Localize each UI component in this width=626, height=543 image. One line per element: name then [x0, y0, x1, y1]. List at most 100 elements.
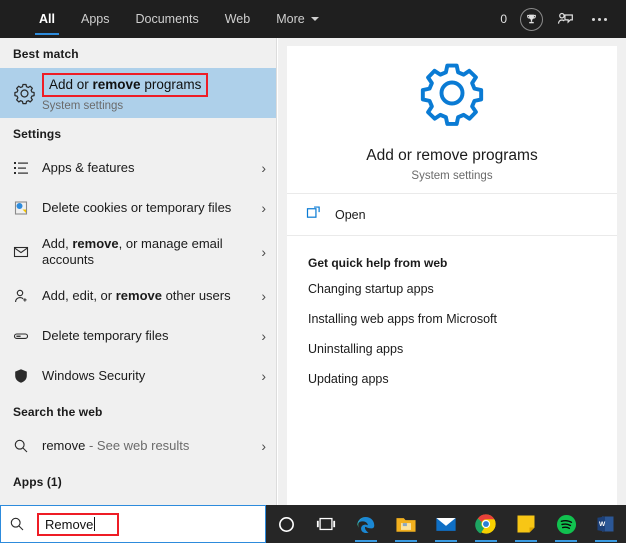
help-link-installing-web-apps[interactable]: Installing web apps from Microsoft [287, 304, 617, 334]
web-result-label: remove - See web results [39, 438, 255, 454]
search-header: All Apps Documents Web More 0 [0, 0, 626, 38]
trophy-icon [519, 7, 543, 31]
cookie-file-icon [13, 200, 39, 216]
settings-item-email-accounts[interactable]: Add, remove, or manage email accounts › [0, 228, 276, 276]
label-prefix: Apps & features [42, 160, 135, 175]
label-prefix: Add, edit, or [42, 288, 116, 303]
preview-pane: Add or remove programs System settings O… [278, 38, 626, 505]
rewards-button[interactable] [514, 0, 548, 38]
chevron-right-icon: › [261, 288, 266, 304]
settings-item-windows-security[interactable]: Windows Security › [0, 356, 276, 396]
list-icon [13, 160, 39, 176]
tab-web[interactable]: Web [212, 0, 263, 38]
tab-all-label: All [39, 12, 55, 26]
best-match-title-annotated: Add or remove programs [42, 72, 209, 97]
label-prefix: Windows Security [42, 368, 146, 383]
chevron-right-icon: › [261, 244, 266, 260]
best-match-title-bold: remove [92, 76, 141, 92]
search-input[interactable]: Remove [45, 517, 93, 532]
help-link-uninstalling-apps[interactable]: Uninstalling apps [287, 334, 617, 364]
tab-apps[interactable]: Apps [68, 0, 123, 38]
feedback-button[interactable] [548, 0, 582, 38]
windows-search-window: All Apps Documents Web More 0 Best match… [0, 0, 626, 543]
open-action-button[interactable]: Open [287, 194, 617, 236]
settings-item-label: Windows Security [39, 368, 255, 384]
search-input-annotated[interactable]: Remove [37, 512, 120, 536]
shield-icon [13, 368, 39, 384]
help-link-changing-startup-apps[interactable]: Changing startup apps [287, 274, 617, 304]
chevron-right-icon: › [261, 328, 266, 344]
settings-item-label: Add, remove, or manage email accounts [39, 236, 255, 268]
settings-item-label: Apps & features [39, 160, 255, 176]
label-bold: remove [115, 288, 162, 303]
tab-documents[interactable]: Documents [122, 0, 211, 38]
gear-icon [13, 82, 39, 105]
search-icon [13, 438, 39, 454]
search-results-panel: Best match Add or remove programs System… [0, 38, 277, 505]
tab-more[interactable]: More [263, 0, 331, 38]
search-web-header: Search the web [13, 405, 103, 419]
tab-documents-label: Documents [135, 12, 199, 26]
taskbar-search-box[interactable]: Remove [0, 505, 266, 543]
storage-icon [13, 328, 39, 344]
chevron-right-icon: › [261, 368, 266, 384]
tab-apps-label: Apps [80, 12, 110, 26]
settings-item-delete-cookies[interactable]: Delete cookies or temporary files › [0, 188, 276, 228]
best-match-title-suffix: programs [140, 76, 202, 92]
file-explorer-icon[interactable] [386, 505, 426, 543]
settings-item-apps-features[interactable]: Apps & features › [0, 148, 276, 188]
settings-header: Settings [13, 127, 62, 141]
mail-icon[interactable] [426, 505, 466, 543]
web-result-item[interactable]: remove - See web results › [0, 426, 276, 466]
settings-item-label: Delete temporary files [39, 328, 255, 344]
chevron-right-icon: › [261, 438, 266, 454]
label-suffix: other users [161, 288, 231, 303]
rewards-count: 0 [500, 12, 507, 26]
taskbar: Remove W [0, 505, 626, 543]
sticky-notes-icon[interactable] [506, 505, 546, 543]
label-prefix: Delete temporary files [42, 328, 169, 343]
edge-icon[interactable] [346, 505, 386, 543]
spotify-icon[interactable] [546, 505, 586, 543]
gear-icon [417, 58, 487, 133]
open-action-label: Open [335, 207, 366, 222]
help-link-updating-apps[interactable]: Updating apps [287, 364, 617, 394]
header-actions: 0 [500, 0, 626, 38]
chevron-right-icon: › [261, 160, 266, 176]
cortana-icon[interactable] [266, 505, 306, 543]
person-add-icon [13, 288, 39, 304]
chevron-down-icon [310, 17, 319, 21]
settings-item-temp-files[interactable]: Delete temporary files › [0, 316, 276, 356]
tab-more-label: More [276, 12, 305, 26]
word-icon[interactable]: W [586, 505, 626, 543]
open-external-icon [306, 205, 321, 225]
best-match-result[interactable]: Add or remove programs System settings [0, 68, 276, 118]
best-match-title-prefix: Add or [49, 76, 93, 92]
settings-item-other-users[interactable]: Add, edit, or remove other users › [0, 276, 276, 316]
task-view-icon[interactable] [306, 505, 346, 543]
label-bold: remove [72, 236, 119, 251]
chrome-icon[interactable] [466, 505, 506, 543]
ellipsis-icon [591, 17, 607, 21]
preview-title: Add or remove programs [366, 146, 538, 164]
label-prefix: Add, [42, 236, 73, 251]
search-icon [9, 516, 35, 532]
svg-text:W: W [599, 521, 606, 528]
mail-icon [13, 244, 39, 260]
best-match-text: Add or remove programs System settings [39, 72, 266, 114]
best-match-subtitle: System settings [42, 99, 124, 112]
search-tabs: All Apps Documents Web More [26, 0, 332, 38]
apps-header: Apps (1) [13, 475, 62, 489]
tab-all[interactable]: All [26, 0, 68, 38]
more-options-button[interactable] [582, 0, 616, 38]
preview-hero: Add or remove programs System settings [287, 46, 617, 194]
preview-card: Add or remove programs System settings O… [287, 46, 617, 505]
preview-subtitle: System settings [411, 169, 493, 182]
feedback-person-icon [557, 12, 573, 24]
text-cursor [94, 517, 96, 531]
web-result-query: remove [42, 438, 86, 453]
settings-item-label: Add, edit, or remove other users [39, 288, 255, 304]
web-result-hint: - See web results [85, 438, 190, 453]
tab-web-label: Web [224, 12, 251, 26]
best-match-header: Best match [13, 47, 79, 61]
